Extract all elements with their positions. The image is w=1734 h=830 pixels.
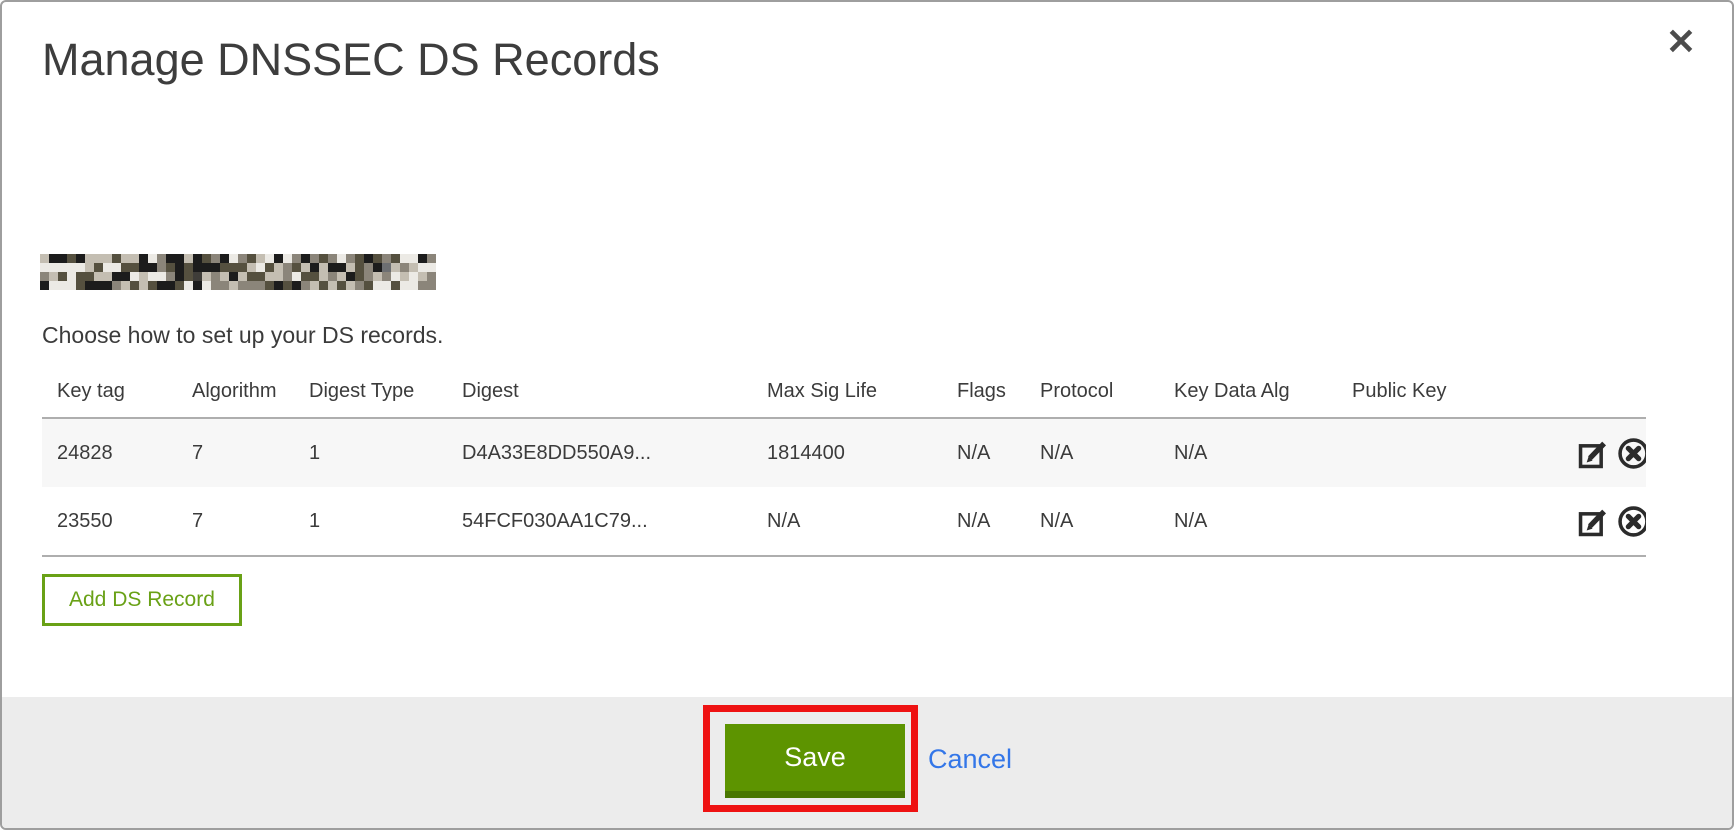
cell-protocol: N/A bbox=[1025, 418, 1159, 487]
cell-public-key bbox=[1337, 418, 1577, 487]
redacted-domain-name bbox=[40, 254, 436, 290]
edit-icon[interactable] bbox=[1577, 505, 1610, 538]
remove-icon[interactable] bbox=[1617, 505, 1646, 538]
cell-algorithm: 7 bbox=[177, 418, 294, 487]
cell-algorithm: 7 bbox=[177, 487, 294, 556]
cancel-link[interactable]: Cancel bbox=[928, 744, 1012, 775]
dnssec-modal: Manage DNSSEC DS Records ✕ Choose how to… bbox=[0, 0, 1734, 830]
cell-max-sig-life: N/A bbox=[752, 487, 942, 556]
save-button[interactable]: Save bbox=[725, 724, 905, 798]
col-header-max-sig-life: Max Sig Life bbox=[752, 366, 942, 418]
row-actions bbox=[1577, 418, 1646, 487]
cell-protocol: N/A bbox=[1025, 487, 1159, 556]
cell-key-data-alg: N/A bbox=[1159, 487, 1337, 556]
close-icon[interactable]: ✕ bbox=[1666, 24, 1696, 60]
page-title: Manage DNSSEC DS Records bbox=[42, 34, 660, 86]
remove-icon[interactable] bbox=[1617, 437, 1646, 470]
table-row: 24828 7 1 D4A33E8DD550A9... 1814400 N/A … bbox=[42, 418, 1646, 487]
col-header-digest: Digest bbox=[447, 366, 752, 418]
add-ds-record-button[interactable]: Add DS Record bbox=[42, 574, 242, 626]
cell-max-sig-life: 1814400 bbox=[752, 418, 942, 487]
cell-digest-type: 1 bbox=[294, 418, 447, 487]
table-header-row: Key tag Algorithm Digest Type Digest Max… bbox=[42, 366, 1646, 418]
col-header-actions bbox=[1577, 366, 1646, 418]
cell-key-tag: 24828 bbox=[42, 418, 177, 487]
col-header-public-key: Public Key bbox=[1337, 366, 1577, 418]
row-actions bbox=[1577, 487, 1646, 556]
col-header-algorithm: Algorithm bbox=[177, 366, 294, 418]
instruction-text: Choose how to set up your DS records. bbox=[42, 322, 443, 349]
cell-digest: 54FCF030AA1C79... bbox=[447, 487, 752, 556]
cell-flags: N/A bbox=[942, 418, 1025, 487]
col-header-digest-type: Digest Type bbox=[294, 366, 447, 418]
col-header-key-data-alg: Key Data Alg bbox=[1159, 366, 1337, 418]
cell-digest: D4A33E8DD550A9... bbox=[447, 418, 752, 487]
ds-records-table: Key tag Algorithm Digest Type Digest Max… bbox=[42, 366, 1646, 557]
cell-flags: N/A bbox=[942, 487, 1025, 556]
cell-digest-type: 1 bbox=[294, 487, 447, 556]
cell-public-key bbox=[1337, 487, 1577, 556]
col-header-protocol: Protocol bbox=[1025, 366, 1159, 418]
screen: Manage DNSSEC DS Records ✕ Choose how to… bbox=[0, 0, 1734, 830]
col-header-flags: Flags bbox=[942, 366, 1025, 418]
edit-icon[interactable] bbox=[1577, 437, 1610, 470]
table-row: 23550 7 1 54FCF030AA1C79... N/A N/A N/A … bbox=[42, 487, 1646, 556]
cell-key-data-alg: N/A bbox=[1159, 418, 1337, 487]
cell-key-tag: 23550 bbox=[42, 487, 177, 556]
col-header-key-tag: Key tag bbox=[42, 366, 177, 418]
